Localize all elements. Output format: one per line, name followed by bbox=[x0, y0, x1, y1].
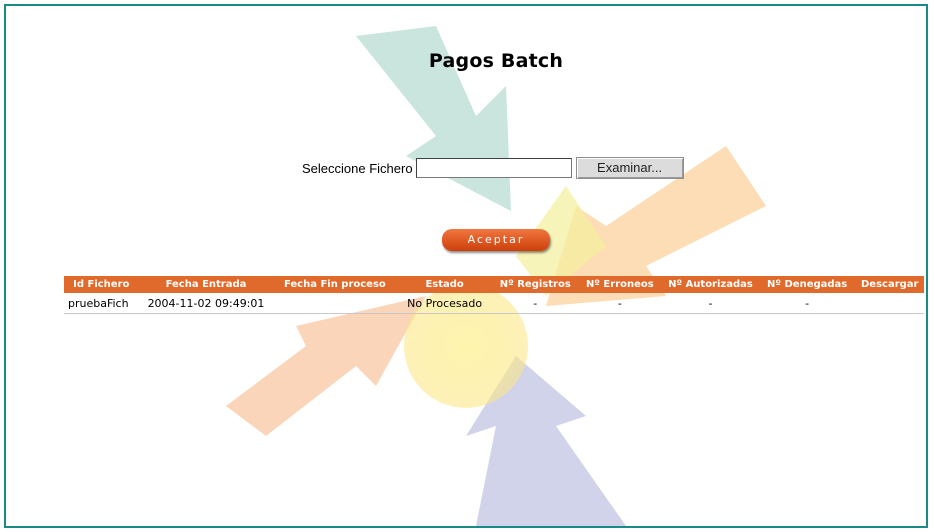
cell-num-erroneos: - bbox=[577, 293, 663, 314]
cell-num-autorizadas: - bbox=[662, 293, 759, 314]
cell-num-denegadas: - bbox=[758, 293, 856, 314]
browse-button[interactable]: Examinar... bbox=[575, 157, 684, 179]
col-header-descargar: Descargar bbox=[855, 276, 924, 293]
accept-button[interactable]: Aceptar bbox=[442, 229, 550, 251]
col-header-estado: Estado bbox=[396, 276, 493, 293]
table-row: pruebaFich 2004-11-02 09:49:01 No Proces… bbox=[64, 293, 924, 314]
cell-descargar[interactable] bbox=[855, 293, 924, 314]
col-header-num-erroneos: Nº Erroneos bbox=[577, 276, 663, 293]
batch-files-table: Id Fichero Fecha Entrada Fecha Fin proce… bbox=[64, 276, 924, 314]
table-header-row: Id Fichero Fecha Entrada Fecha Fin proce… bbox=[64, 276, 924, 293]
file-label: Seleccione Fichero bbox=[302, 160, 413, 176]
col-header-id-fichero: Id Fichero bbox=[64, 276, 139, 293]
col-header-fecha-entrada: Fecha Entrada bbox=[138, 276, 274, 293]
page-title: Pagos Batch bbox=[428, 50, 564, 72]
cell-fecha-fin-proceso bbox=[273, 293, 397, 314]
file-path-input[interactable] bbox=[415, 158, 572, 178]
col-header-num-autorizadas: Nº Autorizadas bbox=[662, 276, 759, 293]
page-frame: Pagos Batch Seleccione Fichero Examinar.… bbox=[4, 4, 928, 528]
cell-num-registros: - bbox=[492, 293, 578, 314]
col-header-num-registros: Nº Registros bbox=[492, 276, 578, 293]
cell-estado: No Procesado bbox=[396, 293, 493, 314]
col-header-num-denegadas: Nº Denegadas bbox=[758, 276, 856, 293]
cell-id-fichero: pruebaFich bbox=[64, 293, 139, 314]
col-header-fecha-fin-proceso: Fecha Fin proceso bbox=[273, 276, 397, 293]
cell-fecha-entrada: 2004-11-02 09:49:01 bbox=[138, 293, 274, 314]
file-upload-row: Seleccione Fichero Examinar... bbox=[302, 156, 684, 180]
